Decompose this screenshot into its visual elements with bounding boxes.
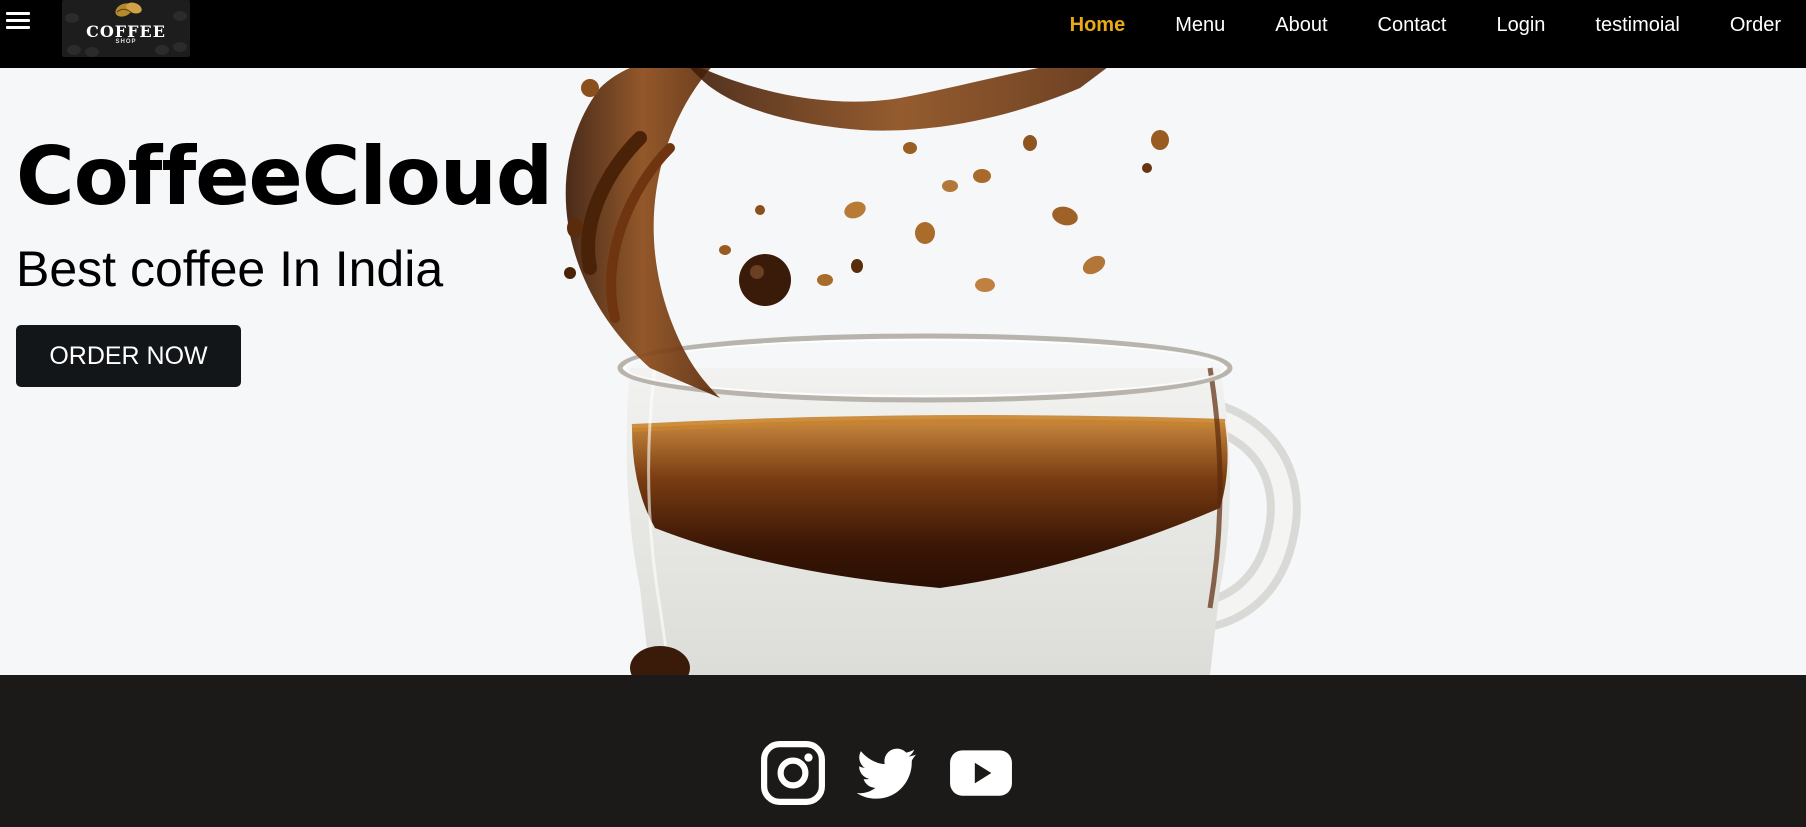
youtube-icon[interactable] — [948, 740, 1014, 806]
nav-testimonial[interactable]: testimoial — [1570, 14, 1704, 37]
hero-section: CoffeeCloud Best coffee In India ORDER N… — [0, 68, 1806, 675]
hero-subtitle: Best coffee In India — [16, 241, 444, 297]
coffee-cup-splash-image — [564, 68, 1301, 675]
coffee-shop-logo[interactable]: COFFEE SHOP — [62, 0, 190, 57]
nav-contact[interactable]: Contact — [1353, 14, 1472, 37]
hero-title: CoffeeCloud — [16, 130, 553, 223]
social-links — [760, 740, 1014, 806]
order-now-button[interactable]: ORDER NOW — [16, 325, 241, 387]
twitter-icon[interactable] — [854, 740, 920, 806]
nav-order[interactable]: Order — [1705, 14, 1806, 37]
logo-subtitle: SHOP — [115, 39, 137, 45]
nav-menu[interactable]: Menu — [1150, 14, 1250, 37]
nav-about[interactable]: About — [1250, 14, 1352, 37]
nav-links: Home Menu About Contact Login testimoial… — [1045, 0, 1806, 50]
instagram-icon[interactable] — [760, 740, 826, 806]
nav-home[interactable]: Home — [1045, 14, 1151, 37]
navbar: COFFEE SHOP Home Menu About Contact Logi… — [0, 0, 1806, 68]
hamburger-menu-icon[interactable] — [6, 12, 30, 32]
nav-login[interactable]: Login — [1471, 14, 1570, 37]
footer — [0, 675, 1806, 827]
